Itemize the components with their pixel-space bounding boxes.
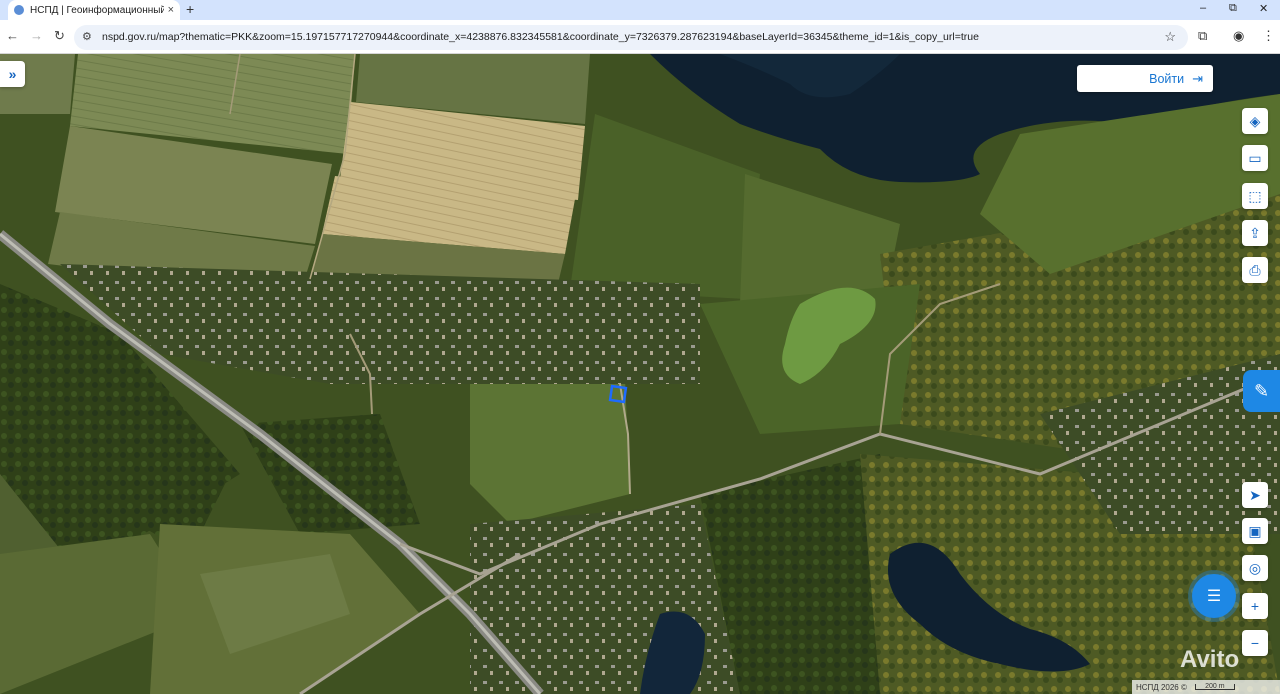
share-icon: ⇪ (1249, 224, 1261, 241)
assistant-button[interactable]: ✎ (1243, 370, 1280, 412)
layers-icon: ◈ (1249, 112, 1261, 129)
plus-icon: + (1250, 598, 1260, 614)
tab-title: НСПД | Геоинформационный (30, 4, 164, 16)
forward-arrow-icon[interactable]: → (30, 28, 43, 43)
login-icon: ⇥ (1192, 70, 1203, 86)
browser-menu-icon[interactable]: ⋮ (1262, 28, 1275, 44)
minimize-window-button[interactable]: – (1200, 2, 1206, 14)
minus-icon: − (1250, 635, 1260, 651)
share-button[interactable]: ⇪ (1242, 220, 1268, 246)
avito-watermark: Avito (1180, 646, 1240, 673)
extensions-icon[interactable]: ⧉ (1198, 28, 1207, 44)
site-info-icon[interactable]: ⚙ (82, 30, 92, 43)
scale-bar: 200 m (1194, 683, 1235, 690)
zoom-in-button[interactable]: + (1242, 593, 1268, 619)
address-bar-url[interactable]: nspd.gov.ru/map?thematic=PKK&zoom=15.197… (102, 31, 979, 43)
new-tab-button[interactable]: + (186, 1, 194, 17)
reload-icon[interactable]: ↻ (54, 28, 65, 44)
attribution-text: НСПД 2026 © (1136, 682, 1187, 692)
browser-toolbar: ← → ↻ ⚙ nspd.gov.ru/map?thematic=PKK&zoo… (0, 20, 1280, 54)
map-attribution: НСПД 2026 © 200 m (1132, 680, 1280, 694)
login-label: Войти (1149, 71, 1185, 86)
browser-tab[interactable]: НСПД | Геоинформационный × (8, 0, 180, 20)
back-arrow-icon[interactable]: ← (6, 28, 19, 43)
zoom-out-button[interactable]: − (1242, 630, 1268, 656)
chat-support-button[interactable]: ☰ (1192, 574, 1236, 618)
login-button[interactable]: Войти ⇥ (1077, 65, 1213, 92)
ruler-icon: ▭ (1248, 149, 1262, 166)
satellite-imagery (0, 54, 1280, 694)
browser-tab-bar: НСПД | Геоинформационный × + – ⧉ ✕ (0, 0, 1280, 20)
chat-bubble-icon: ☰ (1206, 588, 1222, 605)
print-button[interactable]: ⎙ (1242, 257, 1268, 283)
satellite-map[interactable]: » Войти ⇥ ◈ ▭ ⬚ ⇪ ⎙ ✎ ➤ ▣ ◎ + − ☰ Avito … (0, 54, 1280, 694)
navigation-arrow-icon: ➤ (1249, 486, 1261, 503)
maximize-window-button[interactable]: ⧉ (1229, 2, 1237, 15)
minimap-button[interactable]: ▣ (1242, 518, 1268, 544)
bookmark-star-icon[interactable]: ☆ (1164, 29, 1176, 45)
location-search-icon: ◎ (1248, 559, 1262, 576)
select-area-icon: ⬚ (1248, 187, 1262, 204)
search-location-button[interactable]: ◎ (1242, 555, 1268, 581)
assistant-chat-icon: ✎ (1253, 380, 1270, 401)
minimap-icon: ▣ (1248, 522, 1262, 539)
geolocation-button[interactable]: ➤ (1242, 482, 1268, 508)
double-chevron-right-icon: » (8, 66, 17, 82)
address-bar[interactable]: ⚙ nspd.gov.ru/map?thematic=PKK&zoom=15.1… (74, 25, 1188, 50)
select-area-button[interactable]: ⬚ (1242, 183, 1268, 209)
print-icon: ⎙ (1249, 261, 1261, 278)
close-window-button[interactable]: ✕ (1259, 2, 1268, 15)
layers-button[interactable]: ◈ (1242, 108, 1268, 134)
ruler-button[interactable]: ▭ (1242, 145, 1268, 171)
tab-close-icon[interactable]: × (168, 4, 174, 16)
expand-panel-button[interactable]: » (0, 61, 25, 87)
site-favicon-icon (14, 5, 24, 15)
profile-avatar-icon[interactable]: ◉ (1233, 28, 1244, 44)
